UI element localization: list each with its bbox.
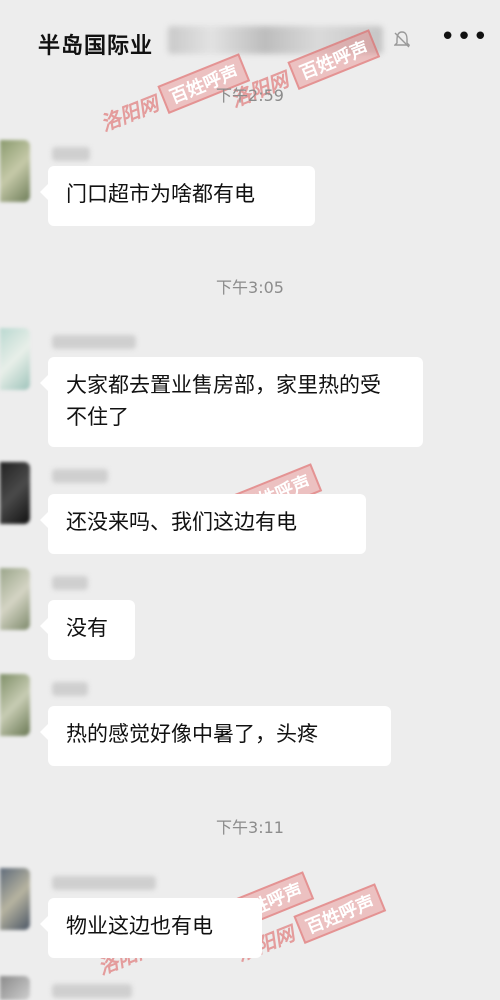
avatar[interactable] [0, 568, 30, 630]
bell-mute-icon [393, 30, 411, 50]
avatar[interactable] [0, 868, 30, 930]
sender-name-blurred [52, 682, 88, 696]
avatar[interactable] [0, 328, 30, 390]
avatar[interactable] [0, 462, 30, 524]
more-dots-icon[interactable]: ••• [440, 24, 488, 50]
sender-name-blurred [52, 147, 90, 161]
message-bubble[interactable]: 物业这边也有电 [40, 898, 262, 958]
blurred-title-suffix [168, 26, 383, 54]
message-bubble[interactable]: 热的感觉好像中暑了，头疼 [40, 706, 391, 766]
chat-header: 半岛国际业 ••• [0, 0, 500, 84]
sender-name-blurred [52, 576, 88, 590]
sender-name-blurred [52, 984, 132, 998]
message-bubble[interactable]: 门口超市为啥都有电 [40, 166, 315, 226]
avatar[interactable] [0, 140, 30, 202]
chat-title[interactable]: 半岛国际业 [38, 28, 153, 60]
message-bubble[interactable]: 大家都去置业售房部，家里热的受不住了 [40, 357, 423, 447]
message-bubble[interactable]: 还没来吗、我们这边有电 [40, 494, 366, 554]
avatar[interactable] [0, 674, 30, 736]
avatar[interactable] [0, 976, 30, 1000]
sender-name-blurred [52, 876, 156, 890]
timestamp: 下午3:05 [216, 278, 284, 297]
sender-name-blurred [52, 469, 108, 483]
sender-name-blurred [52, 335, 136, 349]
message-bubble[interactable]: 没有 [40, 600, 135, 660]
timestamp: 下午3:11 [216, 818, 284, 837]
timestamp: 下午2:59 [216, 86, 284, 105]
